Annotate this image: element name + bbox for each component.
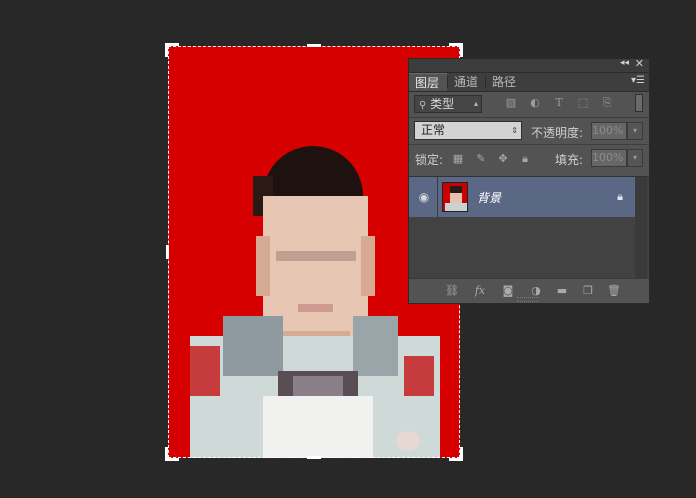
lock-row: 锁定: ▦ ✎ ✥ 🔒︎ 填充: 100% ▾ xyxy=(409,145,649,175)
lock-position-icon[interactable]: ✥ xyxy=(497,153,509,164)
tab-layers[interactable]: 图层 xyxy=(409,73,447,91)
filter-kind-select[interactable]: ⚲ 类型 ▴ xyxy=(414,95,482,113)
panel-title-bar[interactable]: ◂◂ ✕ xyxy=(409,57,649,73)
divider xyxy=(437,177,438,217)
smart-object-filter-icon[interactable]: ⎘ xyxy=(601,97,613,109)
panel-tabs: 图层 通道 路径 ▾☰ xyxy=(409,73,649,92)
crop-handle-top-left[interactable] xyxy=(165,43,179,57)
jacket-shade-right xyxy=(353,316,398,376)
stepper-arrows-icon: ▴ xyxy=(473,99,478,108)
adjustment-filter-icon[interactable]: ◐ xyxy=(529,97,541,109)
jacket-shade xyxy=(223,316,283,376)
fill-input[interactable]: 100% xyxy=(591,149,627,167)
jacket-red-trim-left xyxy=(190,346,220,396)
crop-handle-left[interactable] xyxy=(166,245,169,259)
layers-list: ◉ 背景 🔒︎ xyxy=(409,176,649,280)
opacity-dropdown[interactable]: ▾ xyxy=(627,122,643,140)
search-icon: ⚲ xyxy=(419,100,427,111)
shape-filter-icon[interactable]: ⬚ xyxy=(577,97,589,109)
tab-channels[interactable]: 通道 xyxy=(448,73,484,91)
fill-label: 填充: xyxy=(555,153,584,167)
new-layer-icon[interactable]: ❐ xyxy=(581,284,595,298)
layers-bottom-toolbar: ⛓ fx ◙ ◑ ▬ ❐ 🗑︎ xyxy=(409,278,649,303)
eye-icon[interactable]: ◉ xyxy=(417,190,431,204)
filter-row: ⚲ 类型 ▴ ▨ ◐ T ⬚ ⎘ xyxy=(409,91,649,117)
stepper-arrows-icon: ⇕ xyxy=(511,126,518,135)
face-shade-left xyxy=(256,236,270,296)
lock-icon: 🔒︎ xyxy=(617,190,623,203)
crop-handle-top[interactable] xyxy=(307,44,321,47)
adjustment-layer-icon[interactable]: ◑ xyxy=(529,284,543,298)
link-layers-icon[interactable]: ⛓ xyxy=(445,284,459,298)
type-filter-icon[interactable]: T xyxy=(553,97,565,109)
opacity-label: 不透明度: xyxy=(531,126,584,140)
fill-dropdown[interactable]: ▾ xyxy=(627,149,643,167)
face xyxy=(263,196,368,336)
layer-name[interactable]: 背景 xyxy=(477,189,501,206)
crop-handle-top-right[interactable] xyxy=(449,43,463,57)
panel-resize-grip[interactable] xyxy=(517,297,539,302)
pixel-filter-icon[interactable]: ▨ xyxy=(505,97,517,109)
trash-icon[interactable]: 🗑︎ xyxy=(607,284,621,298)
blend-row: 正常 ⇕ 不透明度: 100% ▾ xyxy=(409,118,649,144)
opacity-input[interactable]: 100% xyxy=(591,122,627,140)
blend-mode-value: 正常 xyxy=(421,123,446,137)
lock-all-icon[interactable]: 🔒︎ xyxy=(519,153,531,164)
panel-menu-icon[interactable]: ▾☰ xyxy=(631,75,645,86)
filter-kind-value: 类型 xyxy=(430,97,455,111)
layer-row-background[interactable]: ◉ 背景 🔒︎ xyxy=(409,177,635,217)
crop-handle-bottom-left[interactable] xyxy=(165,447,179,461)
lock-image-pixels-icon[interactable]: ✎ xyxy=(475,153,487,164)
group-folder-icon[interactable]: ▬ xyxy=(555,284,569,298)
double-chevron-left-icon[interactable]: ◂◂ xyxy=(620,58,629,68)
thumbnail-face xyxy=(450,193,462,203)
jacket-red-trim-right xyxy=(404,356,434,396)
blend-mode-select[interactable]: 正常 ⇕ xyxy=(414,121,522,140)
fx-icon[interactable]: fx xyxy=(473,284,487,298)
layer-mask-icon[interactable]: ◙ xyxy=(501,284,515,298)
thumbnail-body xyxy=(445,203,467,211)
emblem xyxy=(396,431,420,451)
lock-label: 锁定: xyxy=(415,153,444,167)
close-icon[interactable]: ✕ xyxy=(635,57,644,70)
white-sweater xyxy=(263,396,373,458)
filter-toggle-switch[interactable] xyxy=(635,94,643,112)
crop-handle-bottom-right[interactable] xyxy=(449,447,463,461)
eyes xyxy=(276,251,356,261)
lock-transparent-pixels-icon[interactable]: ▦ xyxy=(452,153,464,164)
mouth xyxy=(298,304,333,312)
layers-panel: ◂◂ ✕ 图层 通道 路径 ▾☰ ⚲ 类型 ▴ ▨ ◐ T ⬚ ⎘ 正常 ⇕ 不… xyxy=(408,57,650,304)
face-shade-right xyxy=(361,236,375,296)
crop-handle-bottom[interactable] xyxy=(307,456,321,459)
layer-thumbnail[interactable] xyxy=(442,182,468,212)
layers-scrollbar[interactable] xyxy=(635,177,647,280)
tab-paths[interactable]: 路径 xyxy=(486,73,522,91)
